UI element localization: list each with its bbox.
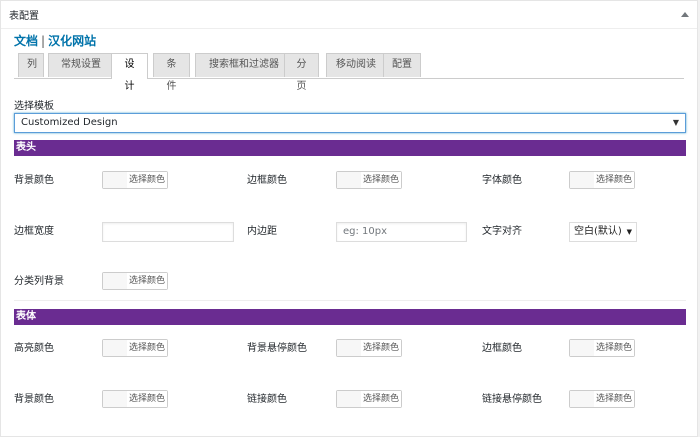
body-bg-hover-color-label: 背景悬停颜色 [247, 343, 307, 354]
tab-bar: 列 常规设置 设计 条件 搜索框和过滤器 分页 移动阅读 配置 [14, 53, 684, 92]
choose-color-label: 选择颜色 [127, 391, 167, 407]
header-padding-input[interactable]: eg: 10px [336, 222, 467, 242]
padding-placeholder: eg: 10px [343, 226, 388, 237]
header-border-color-label: 边框颜色 [247, 175, 287, 186]
header-category-bg-label: 分类列背景 [14, 276, 64, 287]
tab-config[interactable]: 配置 [383, 53, 421, 77]
template-select[interactable]: Customized Design ▼ [14, 113, 686, 133]
color-swatch [103, 391, 128, 407]
color-swatch [337, 340, 362, 356]
panel-header[interactable]: 表配置 [1, 1, 697, 29]
tab-general[interactable]: 常规设置 [48, 53, 114, 77]
choose-color-label: 选择颜色 [361, 340, 401, 356]
color-swatch [103, 340, 128, 356]
dropdown-arrow-icon: ▼ [672, 118, 679, 127]
body-bg-color-label: 背景颜色 [14, 394, 54, 405]
tab-columns[interactable]: 列 [18, 53, 44, 77]
section-header-bar: 表头 [14, 140, 686, 156]
color-swatch [103, 172, 128, 188]
body-border-color-button[interactable]: 选择颜色 [569, 339, 635, 357]
choose-color-label: 选择颜色 [127, 340, 167, 356]
tab-pagination[interactable]: 分页 [284, 53, 319, 92]
tab-search-filters[interactable]: 搜索框和过滤器 [195, 53, 293, 77]
choose-color-label: 选择颜色 [594, 391, 634, 407]
color-swatch [570, 340, 595, 356]
section-divider [14, 300, 686, 301]
body-link-color-button[interactable]: 选择颜色 [336, 390, 402, 408]
color-swatch [337, 391, 362, 407]
template-label: 选择模板 [14, 101, 54, 112]
help-links: 文档 | 汉化网站 [14, 32, 96, 49]
tab-design[interactable]: 设计 [111, 53, 148, 92]
body-highlight-color-button[interactable]: 选择颜色 [102, 339, 168, 357]
header-padding-label: 内边距 [247, 226, 277, 237]
choose-color-label: 选择颜色 [127, 273, 167, 289]
chinese-site-link[interactable]: 汉化网站 [48, 34, 96, 48]
header-font-color-button[interactable]: 选择颜色 [569, 171, 635, 189]
header-bg-color-label: 背景颜色 [14, 175, 54, 186]
body-bg-hover-color-button[interactable]: 选择颜色 [336, 339, 402, 357]
header-border-width-input[interactable] [102, 222, 234, 242]
dropdown-arrow-icon: ▼ [626, 228, 632, 236]
body-link-hover-color-button[interactable]: 选择颜色 [569, 390, 635, 408]
choose-color-label: 选择颜色 [127, 172, 167, 188]
header-border-width-label: 边框宽度 [14, 226, 54, 237]
choose-color-label: 选择颜色 [594, 340, 634, 356]
docs-link[interactable]: 文档 [14, 34, 38, 48]
header-border-color-button[interactable]: 选择颜色 [336, 171, 402, 189]
header-text-align-label: 文字对齐 [482, 226, 522, 237]
color-swatch [570, 172, 595, 188]
color-swatch [337, 172, 362, 188]
header-category-bg-button[interactable]: 选择颜色 [102, 272, 168, 290]
header-bg-color-button[interactable]: 选择颜色 [102, 171, 168, 189]
header-font-color-label: 字体颜色 [482, 175, 522, 186]
body-highlight-color-label: 高亮颜色 [14, 343, 54, 354]
header-text-align-select[interactable]: 空白(默认) ▼ [569, 222, 637, 242]
panel-title: 表配置 [9, 11, 39, 22]
section-body-bar: 表体 [14, 309, 686, 325]
choose-color-label: 选择颜色 [594, 172, 634, 188]
text-align-value: 空白(默认) [574, 226, 622, 237]
tab-mobile[interactable]: 移动阅读 [326, 53, 386, 77]
choose-color-label: 选择颜色 [361, 391, 401, 407]
body-link-color-label: 链接颜色 [247, 394, 287, 405]
body-bg-color-button[interactable]: 选择颜色 [102, 390, 168, 408]
body-border-color-label: 边框颜色 [482, 343, 522, 354]
tab-conditions[interactable]: 条件 [153, 53, 190, 92]
link-separator: | [41, 34, 46, 48]
collapse-arrow-icon[interactable] [681, 12, 689, 17]
body-link-hover-color-label: 链接悬停颜色 [482, 394, 542, 405]
choose-color-label: 选择颜色 [361, 172, 401, 188]
color-swatch [570, 391, 595, 407]
color-swatch [103, 273, 128, 289]
template-select-value: Customized Design [21, 117, 118, 128]
table-config-panel: 表配置 文档 | 汉化网站 列 常规设置 设计 条件 搜索框和过滤器 分页 移动阅读… [0, 0, 698, 437]
